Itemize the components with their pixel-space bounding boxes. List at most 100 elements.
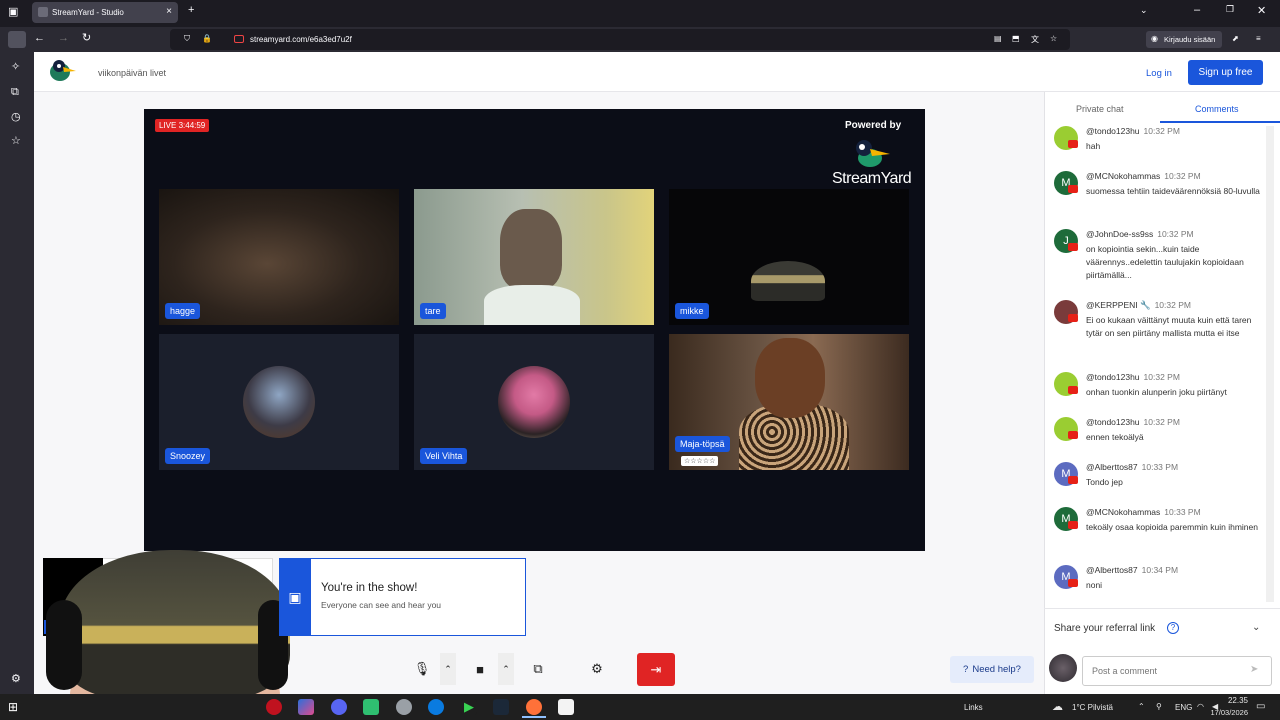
start-icon[interactable]: ⊞ bbox=[8, 700, 18, 714]
back-icon[interactable]: ← bbox=[34, 32, 45, 44]
app-icon[interactable] bbox=[396, 699, 412, 715]
new-tab-button[interactable]: + bbox=[188, 4, 194, 16]
microphone-button[interactable]: 🎙 bbox=[408, 653, 436, 685]
comment-text: onhan tuonkin alunperin joku piirtänyt bbox=[1086, 387, 1227, 397]
synced-tabs-icon[interactable]: ⧉ bbox=[11, 86, 19, 99]
notifications-icon[interactable]: ▭ bbox=[1256, 701, 1265, 712]
share-screen-button[interactable]: ⧉ bbox=[524, 653, 552, 685]
firefox-icon[interactable] bbox=[526, 699, 542, 715]
help-icon: ? bbox=[963, 664, 969, 675]
participant-name-tag: Veli Vihta bbox=[420, 448, 468, 464]
participant-tile[interactable]: tare bbox=[414, 189, 654, 325]
opera-icon[interactable] bbox=[266, 699, 282, 715]
login-link[interactable]: Log in bbox=[1146, 68, 1172, 79]
signup-button[interactable]: Sign up free bbox=[1188, 60, 1263, 85]
comment-time: 10:34 PM bbox=[1141, 565, 1179, 575]
tab-comments[interactable]: Comments bbox=[1195, 104, 1239, 114]
clock-time[interactable]: 22.35 bbox=[1208, 696, 1248, 705]
translate-icon[interactable]: 文 bbox=[1031, 34, 1039, 45]
in-show-notification bbox=[279, 558, 526, 636]
comment-text: ennen tekoälyä bbox=[1086, 432, 1144, 442]
tab-overflow-icon[interactable]: ⌄ bbox=[1140, 5, 1148, 16]
comments-scrollbar[interactable] bbox=[1266, 126, 1274, 602]
participant-tile[interactable]: hagge bbox=[159, 189, 399, 325]
participant-name-tag: hagge bbox=[165, 303, 201, 319]
participant-hair bbox=[755, 338, 825, 418]
shield-icon[interactable]: ⛉ bbox=[184, 34, 190, 44]
participant-name-tag: mikke bbox=[675, 303, 709, 319]
browser-tab[interactable]: StreamYard - Studio × bbox=[32, 2, 178, 23]
comment-input[interactable] bbox=[1082, 656, 1272, 686]
comment-text: noni bbox=[1086, 580, 1103, 590]
comment-text: on kopiointia sekin...kuin taide väärenn… bbox=[1086, 244, 1244, 280]
steam-icon[interactable] bbox=[493, 699, 509, 715]
history-icon[interactable]: ◷ bbox=[11, 110, 21, 123]
comment-time: 10:32 PM bbox=[1143, 417, 1180, 427]
reload-icon[interactable]: ↻ bbox=[82, 31, 91, 44]
comment-author: @MCNokohammas 10:33 PM bbox=[1086, 507, 1201, 517]
minimize-button[interactable]: – bbox=[1194, 4, 1200, 16]
comment-author: @KERPPENI 🔧 10:32 PM bbox=[1086, 300, 1191, 310]
signin-label: Kirjaudu sisään bbox=[1164, 35, 1216, 44]
close-window-button[interactable]: ✕ bbox=[1257, 4, 1266, 17]
forward-icon[interactable]: → bbox=[58, 32, 69, 44]
leave-studio-button[interactable]: ⇥ bbox=[637, 653, 675, 686]
help-label: Need help? bbox=[972, 664, 1021, 675]
send-icon[interactable]: ➤ bbox=[1250, 664, 1258, 675]
menu-icon[interactable]: ≡ bbox=[1256, 34, 1261, 43]
participant-tile[interactable]: Veli Vihta bbox=[414, 334, 654, 470]
ai-chatbot-icon[interactable]: ✧ bbox=[11, 60, 20, 73]
tab-list-icon[interactable]: ▣ bbox=[8, 5, 18, 18]
sidebar-settings-icon[interactable]: ⚙ bbox=[11, 672, 21, 685]
participant-tile[interactable]: mikke bbox=[669, 189, 909, 325]
discord-icon[interactable] bbox=[331, 699, 347, 715]
studio-title: viikonpäivän livet bbox=[98, 68, 167, 78]
bookmark-star-icon[interactable]: ☆ bbox=[1050, 34, 1057, 43]
tray-chevron-icon[interactable]: ⌃ bbox=[1138, 702, 1145, 711]
comment-time: 10:33 PM bbox=[1164, 507, 1201, 517]
edge-icon[interactable] bbox=[428, 699, 444, 715]
participant-name-tag: Maja-töpsä bbox=[675, 436, 730, 452]
camera-options-chevron-icon[interactable]: ⌃ bbox=[498, 653, 514, 685]
comment-time: 10:32 PM bbox=[1157, 229, 1194, 239]
comment-time: 10:33 PM bbox=[1141, 462, 1179, 472]
weather-text[interactable]: 1°C Pilvistä bbox=[1072, 703, 1113, 712]
app-icon[interactable] bbox=[363, 699, 379, 715]
streamyard-logo[interactable] bbox=[48, 58, 78, 84]
app-icon[interactable] bbox=[298, 699, 314, 715]
comment-author: @tondo123hu 10:32 PM bbox=[1086, 417, 1180, 427]
mic-options-chevron-icon[interactable]: ⌃ bbox=[440, 653, 456, 685]
notification-title: You're in the show! bbox=[321, 582, 418, 594]
extensions-icon[interactable]: ⬈ bbox=[1232, 34, 1239, 43]
clock-date[interactable]: 17/03/2026 bbox=[1200, 708, 1248, 717]
bookmarks-icon[interactable]: ☆ bbox=[11, 134, 21, 147]
maximize-button[interactable]: ❐ bbox=[1226, 4, 1234, 15]
streamyard-duck-icon bbox=[852, 138, 892, 171]
referral-chevron-icon[interactable]: ⌄ bbox=[1252, 622, 1260, 633]
tab-private-chat[interactable]: Private chat bbox=[1076, 104, 1124, 114]
settings-button[interactable]: ⚙ bbox=[583, 653, 611, 685]
notepad-icon[interactable] bbox=[558, 699, 574, 715]
pocket-icon[interactable]: ⬒ bbox=[1012, 34, 1020, 43]
comment-time: 10:32 PM bbox=[1154, 300, 1191, 310]
comment-author: @tondo123hu 10:32 PM bbox=[1086, 372, 1180, 382]
play-icon[interactable]: ▶ bbox=[461, 699, 477, 715]
referral-info-icon[interactable]: ? bbox=[1167, 622, 1179, 634]
links-toolbar[interactable]: Links bbox=[964, 703, 983, 712]
referral-label[interactable]: Share your referral link bbox=[1054, 623, 1155, 634]
url-text[interactable]: streamyard.com/e6a3ed7u2f bbox=[250, 35, 352, 44]
weather-icon[interactable]: ☁ bbox=[1052, 700, 1063, 713]
permissions-icon[interactable] bbox=[234, 35, 244, 43]
participant-tile[interactable]: Maja-töpsä ☆☆☆☆☆ bbox=[669, 334, 909, 470]
participant-tile[interactable]: Snoozey bbox=[159, 334, 399, 470]
reader-view-icon[interactable]: ▤ bbox=[994, 34, 1002, 43]
sidebar-toggle-icon[interactable] bbox=[8, 31, 26, 48]
tab-close-button[interactable]: × bbox=[166, 6, 172, 17]
network-icon[interactable]: ⚲ bbox=[1156, 702, 1162, 711]
help-button[interactable]: ? Need help? bbox=[950, 656, 1034, 683]
camera-button[interactable]: ■ bbox=[466, 653, 494, 685]
language-indicator[interactable]: ENG bbox=[1175, 703, 1192, 712]
youtube-icon bbox=[1068, 185, 1078, 193]
youtube-icon bbox=[1068, 521, 1078, 529]
lock-icon[interactable]: 🔒 bbox=[202, 34, 212, 43]
